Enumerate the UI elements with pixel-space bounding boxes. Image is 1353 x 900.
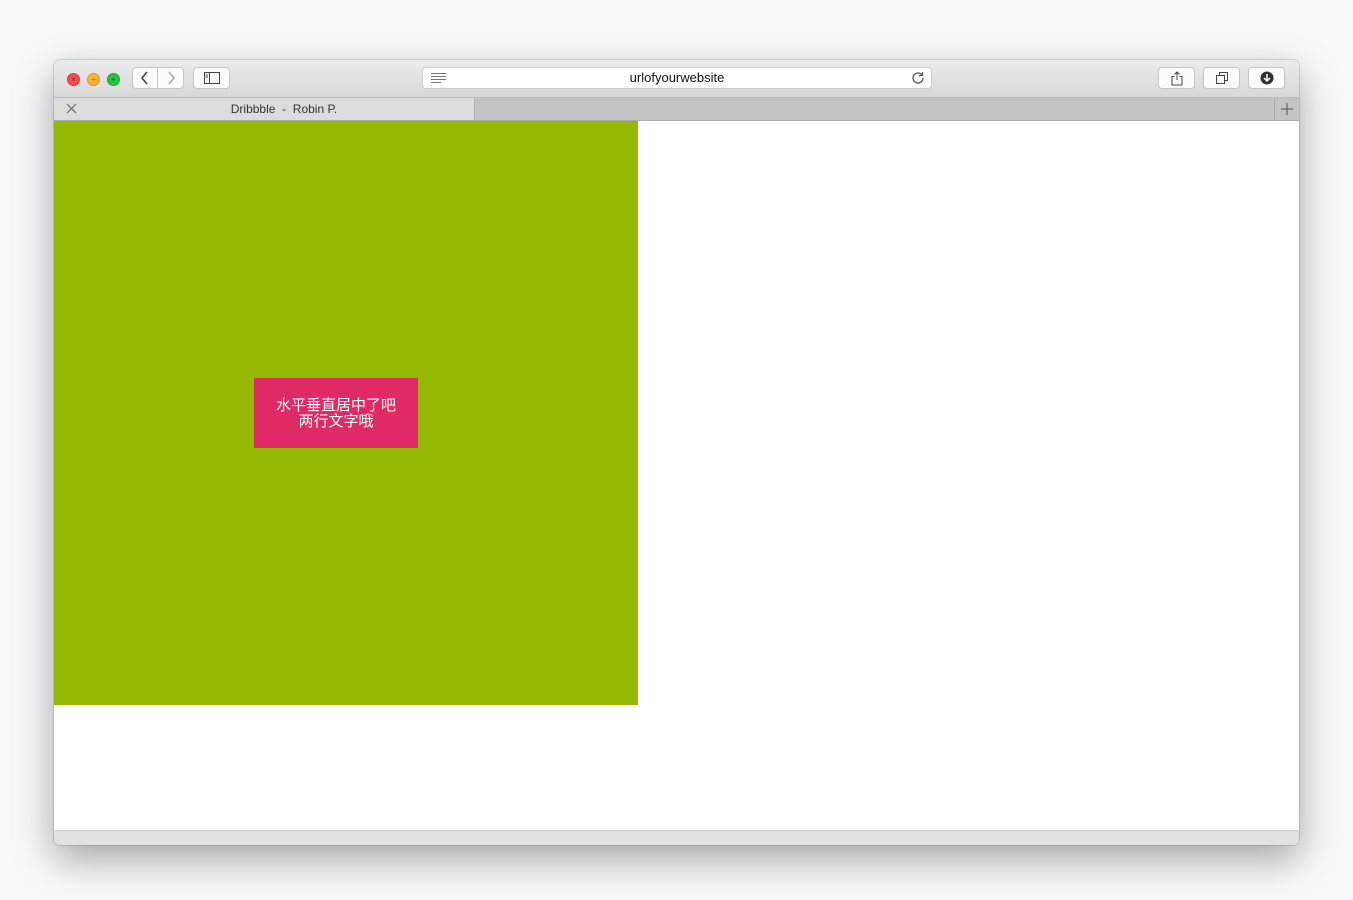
close-icon: × [71,75,76,84]
close-icon[interactable] [66,103,77,114]
page-content: 水平垂直居中了吧 两行文字哦 [54,121,1299,830]
plus-icon [1281,103,1293,115]
status-bar [54,830,1299,845]
zoom-icon: + [111,75,116,84]
label-line-2: 两行文字哦 [298,412,374,430]
label-line-1: 水平垂直居中了吧 [275,396,396,414]
sidebar-icon [203,72,220,84]
green-container: 水平垂直居中了吧 两行文字哦 [54,121,638,705]
chevron-left-icon [140,71,148,85]
tabs-icon [1215,72,1228,84]
share-button[interactable] [1158,67,1195,89]
chevron-right-icon [167,71,175,85]
minimize-window-button[interactable]: – [87,73,100,86]
browser-window: × – + urlofyourwebsite Dribbble - Robin … [54,60,1299,845]
share-icon [1171,70,1182,85]
downloads-button[interactable] [1248,67,1285,89]
browser-toolbar: × – + urlofyourwebsite [54,60,1299,98]
tab-bar: Dribbble - Robin P. [54,98,1299,121]
tab-dribbble[interactable]: Dribbble - Robin P. [54,98,475,120]
sidebar-button[interactable] [193,67,230,89]
tab-title: Dribbble - Robin P. [230,102,338,116]
centered-label-box: 水平垂直居中了吧 两行文字哦 [254,378,418,448]
back-button[interactable] [132,67,158,89]
tabs-overview-button[interactable] [1203,67,1240,89]
reload-icon[interactable] [911,71,925,85]
forward-button[interactable] [158,67,184,89]
download-icon [1260,71,1273,85]
url-text[interactable]: urlofyourwebsite [423,68,931,88]
minimize-icon: – [91,75,96,84]
zoom-window-button[interactable]: + [107,73,120,86]
close-window-button[interactable]: × [67,73,80,86]
new-tab-button[interactable] [1274,98,1299,120]
address-bar[interactable]: urlofyourwebsite [422,67,932,89]
navigation-buttons [132,67,185,89]
